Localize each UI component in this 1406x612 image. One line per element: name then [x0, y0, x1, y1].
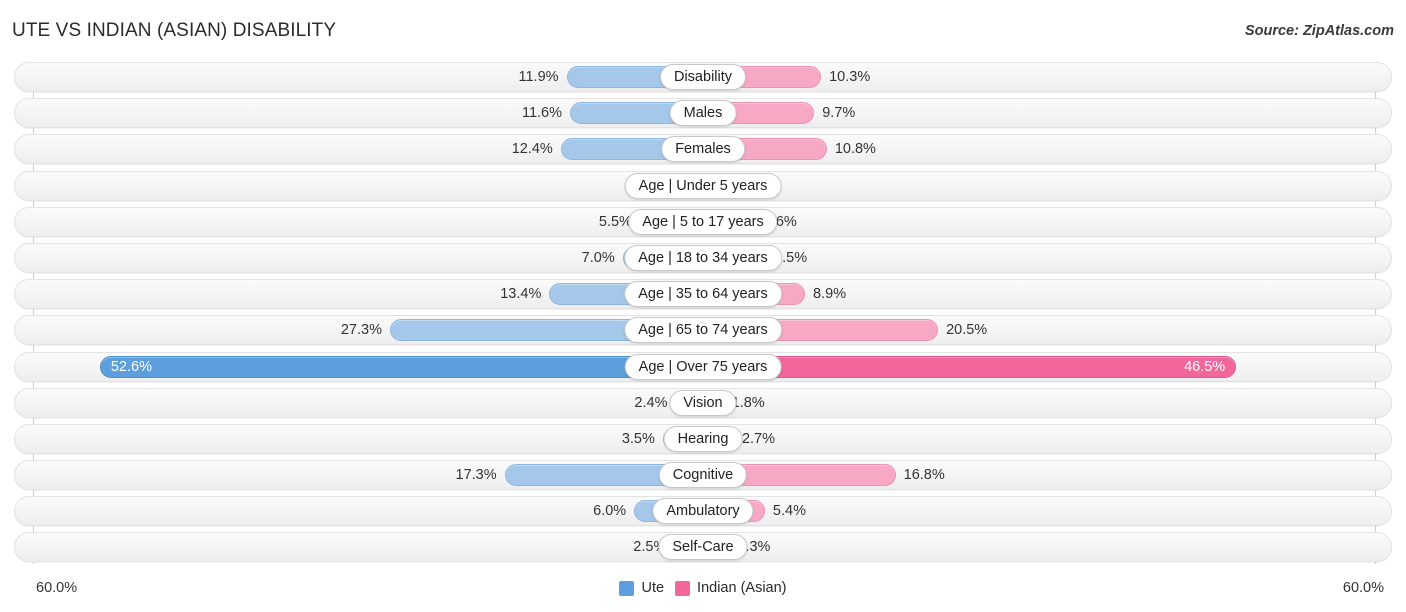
category-label: Age | Over 75 years	[624, 353, 782, 380]
bar-rows: 11.9% 10.3% Disability 11.6% 9.7% Males 12.4% 1…	[0, 62, 1406, 569]
table-row: 0.86%1.0%Age | Under 5 years	[0, 170, 1406, 201]
table-row: 13.4% 8.9% Age | 35 to 64 years	[0, 279, 1406, 310]
value-label-ute: 6.0%	[593, 503, 627, 520]
chart-header: UTE VS INDIAN (ASIAN) DISABILITY Source:…	[0, 0, 1406, 58]
category-label: Age | 65 to 74 years	[624, 317, 782, 344]
bar-indian-asian	[703, 355, 1237, 378]
value-label-indian-asian: 20.5%	[946, 322, 988, 339]
legend-item[interactable]: Indian (Asian)	[675, 580, 787, 596]
value-label-ute: 3.5%	[621, 430, 655, 447]
value-label-indian-asian: 5.4%	[772, 503, 806, 520]
value-label-indian-asian: 8.9%	[813, 286, 847, 303]
value-label-indian-asian: 2.7%	[741, 430, 776, 447]
value-label-indian-asian: 10.3%	[829, 69, 871, 85]
category-label: Disability	[659, 64, 747, 90]
source-attribution: Source: ZipAtlas.com	[1244, 23, 1394, 39]
category-label: Hearing	[663, 425, 743, 452]
value-label-indian-asian: 1.8%	[731, 394, 765, 411]
value-label-indian-asian: 10.8%	[834, 141, 876, 158]
table-row: 2.5% 2.3% Self-Care	[0, 532, 1406, 563]
value-label-ute: 27.3%	[340, 322, 382, 339]
category-label: Vision	[669, 389, 737, 416]
table-row: 12.4% 10.8% Females	[0, 134, 1406, 165]
category-label: Females	[661, 136, 745, 163]
page-title: UTE VS INDIAN (ASIAN) DISABILITY	[12, 20, 337, 41]
value-label-indian-asian: 9.7%	[822, 105, 856, 122]
legend-label: Ute	[641, 580, 665, 596]
chart-footer: 60.0% 60.0% Ute Indian (Asian)	[0, 574, 1406, 612]
table-row: 27.3% 20.5% Age | 65 to 74 years	[0, 315, 1406, 346]
value-label-ute: 12.4%	[511, 141, 553, 158]
category-label: Ambulatory	[652, 498, 754, 525]
table-row: 3.5% 2.7% Hearing	[0, 423, 1406, 454]
table-row: 7.0% 5.5% Age | 18 to 34 years	[0, 242, 1406, 273]
value-label-indian-asian: 46.5%	[1184, 358, 1226, 375]
table-row: 11.6% 9.7% Males	[0, 98, 1406, 129]
chart-plot-area: 11.9% 10.3% Disability 11.6% 9.7% Males 12.4% 1…	[0, 62, 1406, 572]
category-label: Cognitive	[658, 462, 748, 489]
value-label-ute: 52.6%	[110, 358, 152, 375]
category-label: Self-Care	[658, 534, 748, 561]
value-label-ute: 5.5%	[598, 213, 632, 230]
legend-label: Indian (Asian)	[697, 580, 787, 596]
chart-page: UTE VS INDIAN (ASIAN) DISABILITY Source:…	[0, 0, 1406, 612]
bar-ute	[99, 355, 703, 378]
value-label-ute: 13.4%	[500, 286, 542, 303]
value-label-indian-asian: 16.8%	[903, 467, 945, 484]
legend-swatch-icon	[619, 580, 635, 596]
table-row: 52.6% 46.5% Age | Over 75 years	[0, 351, 1406, 382]
value-label-ute: 17.3%	[455, 467, 497, 484]
legend-swatch-icon	[675, 580, 691, 596]
category-label: Age | Under 5 years	[624, 172, 782, 199]
table-row: 5.5% 4.6% Age | 5 to 17 years	[0, 206, 1406, 237]
table-row: 6.0% 5.4% Ambulatory	[0, 496, 1406, 527]
chart-legend: Ute Indian (Asian)	[0, 580, 1406, 596]
legend-item[interactable]: Ute	[619, 580, 664, 596]
value-label-ute: 11.6%	[521, 105, 562, 122]
table-row: 17.3% 16.8% Cognitive	[0, 460, 1406, 491]
category-label: Males	[669, 100, 737, 127]
category-label: Age | 35 to 64 years	[624, 281, 782, 308]
category-label: Age | 18 to 34 years	[624, 244, 782, 271]
value-label-ute: 7.0%	[581, 249, 615, 266]
value-label-ute: 2.4%	[634, 394, 668, 411]
category-label: Age | 5 to 17 years	[628, 208, 778, 235]
value-label-ute: 11.9%	[518, 69, 559, 85]
table-row: 2.4% 1.8% Vision	[0, 387, 1406, 418]
table-row: 11.9% 10.3% Disability	[0, 62, 1406, 92]
